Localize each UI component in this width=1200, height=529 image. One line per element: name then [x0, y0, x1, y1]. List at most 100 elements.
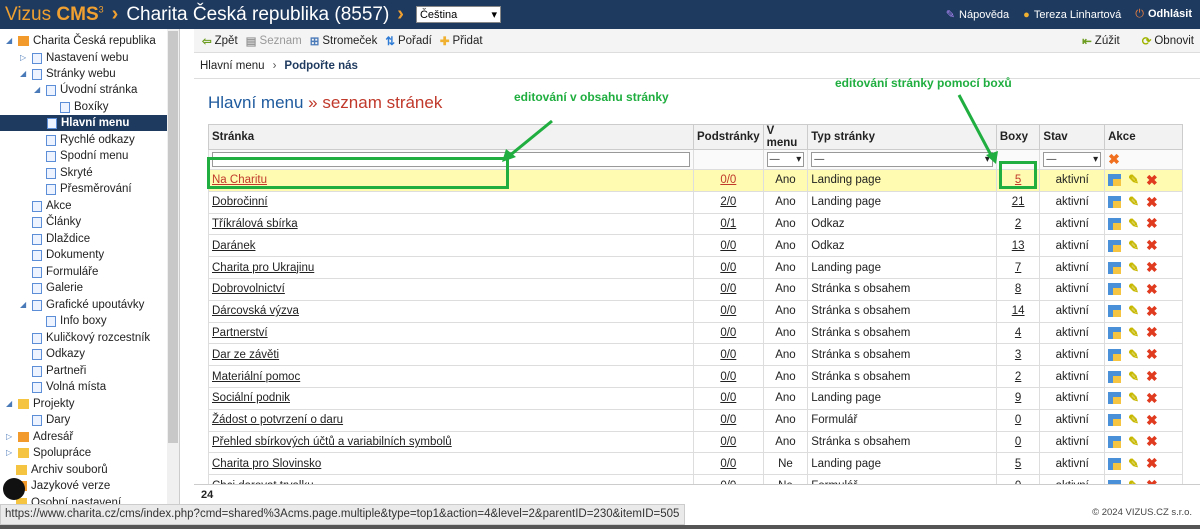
pencil-icon[interactable]: ✎: [1128, 412, 1139, 428]
boxes-link[interactable]: 7: [1015, 262, 1021, 274]
table-row[interactable]: Daránek 0/0 Ano Odkaz 13 aktivní ✎ ✖: [208, 234, 1183, 258]
delete-icon[interactable]: ✖: [1146, 346, 1158, 363]
delete-icon[interactable]: ✖: [1146, 324, 1158, 341]
table-row[interactable]: Charita pro Slovinsko 0/0 Ne Landing page 5 a…: [208, 452, 1183, 476]
sidebar-item-spodni-menu[interactable]: Spodní menu: [46, 148, 128, 164]
table-row[interactable]: Dar ze závěti 0/0 Ano Stránka s obsahem 3 akt…: [208, 343, 1183, 367]
delete-icon[interactable]: ✖: [1146, 390, 1158, 407]
col-header-stav[interactable]: Stav: [1039, 124, 1106, 150]
table-row[interactable]: Partnerství 0/0 Ano Stránka s obsahem 4 aktiv…: [208, 321, 1183, 345]
tree-button[interactable]: ⊞ Stromeček: [310, 34, 378, 48]
expand-icon[interactable]: ▷: [20, 50, 30, 66]
boxes-link[interactable]: 2: [1015, 371, 1021, 383]
page-link[interactable]: Partnerství: [212, 327, 268, 339]
order-button[interactable]: ⇅ Pořadí: [385, 34, 432, 48]
collapse-icon[interactable]: ◢: [6, 396, 16, 412]
subpages-link[interactable]: 0/0: [720, 371, 736, 383]
collapse-icon[interactable]: ◢: [6, 33, 16, 49]
duplicate-icon[interactable]: [1108, 392, 1122, 405]
sidebar-item-dlazdice[interactable]: Dlaždice: [32, 231, 90, 247]
boxes-link[interactable]: 14: [1012, 305, 1025, 317]
delete-icon[interactable]: ✖: [1146, 194, 1158, 211]
sidebar-item-boxiky[interactable]: Boxíky: [60, 99, 109, 115]
table-row[interactable]: Tříkrálová sbírka 0/1 Ano Odkaz 2 aktivní ✎ ✖: [208, 212, 1183, 236]
page-link[interactable]: Sociální podnik: [212, 392, 290, 404]
boxes-link[interactable]: 5: [1015, 458, 1021, 470]
duplicate-icon[interactable]: [1108, 174, 1122, 187]
boxes-link[interactable]: 3: [1015, 349, 1021, 361]
duplicate-icon[interactable]: [1108, 457, 1122, 470]
delete-icon[interactable]: ✖: [1146, 215, 1158, 232]
sidebar-item-dary[interactable]: Dary: [32, 412, 70, 428]
sidebar-item-jazykove-verze[interactable]: Jazykové verze: [16, 478, 110, 494]
type-filter-select[interactable]: — ▾: [811, 152, 993, 167]
collapse-icon[interactable]: ◢: [20, 297, 30, 313]
table-row[interactable]: Charita pro Ukrajinu 0/0 Ano Landing page 7 a…: [208, 256, 1183, 279]
sidebar-item-info-boxy[interactable]: Info boxy: [46, 313, 107, 329]
sidebar-item-volna-mista[interactable]: Volná místa: [32, 379, 106, 395]
shield-icon[interactable]: [3, 478, 25, 500]
pencil-icon[interactable]: ✎: [1128, 347, 1139, 363]
pencil-icon[interactable]: ✎: [1128, 390, 1139, 406]
state-filter-select[interactable]: — ▾: [1043, 152, 1102, 167]
sidebar-item-dokumenty[interactable]: Dokumenty: [32, 247, 104, 263]
delete-icon[interactable]: ✖: [1146, 455, 1158, 472]
sidebar-item-archiv-souboru[interactable]: Archiv souborů: [16, 462, 108, 478]
collapse-icon[interactable]: ◢: [20, 66, 30, 82]
boxes-link[interactable]: 9: [1015, 392, 1021, 404]
sidebar-item-nastaveni-webu[interactable]: ▷ Nastavení webu: [20, 50, 128, 66]
subpages-link[interactable]: 0/0: [720, 327, 736, 339]
pencil-icon[interactable]: ✎: [1128, 325, 1139, 341]
boxes-link[interactable]: 8: [1015, 283, 1021, 295]
page-link[interactable]: Dar ze závěti: [212, 349, 279, 361]
duplicate-icon[interactable]: [1108, 326, 1122, 339]
col-header-typ[interactable]: Typ stránky: [807, 124, 997, 150]
subpages-link[interactable]: 0/0: [720, 436, 736, 448]
pencil-icon[interactable]: ✎: [1128, 238, 1139, 254]
language-select[interactable]: Čeština ▾: [415, 6, 501, 23]
subpages-link[interactable]: 0/0: [720, 305, 736, 317]
subpages-link[interactable]: 0/0: [720, 262, 736, 274]
subpages-link[interactable]: 0/0: [720, 174, 736, 186]
subpages-link[interactable]: 2/0: [720, 196, 736, 208]
duplicate-icon[interactable]: [1108, 305, 1122, 318]
page-link[interactable]: Daránek: [212, 240, 255, 252]
table-row[interactable]: Materiální pomoc 0/0 Ano Stránka s obsahem 2…: [208, 365, 1183, 388]
duplicate-icon[interactable]: [1108, 239, 1122, 252]
subpages-link[interactable]: 0/0: [720, 240, 736, 252]
sidebar-item-projekty[interactable]: ◢ Projekty: [6, 396, 75, 412]
subpages-link[interactable]: 0/1: [720, 218, 736, 230]
sidebar-item-presmerovani[interactable]: Přesměrování: [46, 181, 132, 197]
pencil-icon[interactable]: ✎: [1128, 369, 1139, 385]
delete-icon[interactable]: ✖: [1146, 281, 1158, 298]
page-link[interactable]: Žádost o potvrzení o daru: [212, 414, 343, 426]
sidebar-scrollbar[interactable]: [167, 29, 179, 504]
add-button[interactable]: ✚ Přidat: [440, 34, 483, 48]
page-link[interactable]: Charita pro Slovinsko: [212, 458, 321, 470]
table-row[interactable]: Žádost o potvrzení o daru 0/0 Ano Formulář 0…: [208, 408, 1183, 432]
page-link[interactable]: Tříkrálová sbírka: [212, 218, 298, 230]
list-button[interactable]: ▤ Seznam: [246, 34, 302, 48]
sidebar-item-skryte[interactable]: Skryté: [46, 165, 93, 181]
page-link[interactable]: Dobročinní: [212, 196, 268, 208]
subpages-link[interactable]: 0/0: [720, 414, 736, 426]
boxes-link[interactable]: 2: [1015, 218, 1021, 230]
sidebar-item-hlavni-menu[interactable]: Hlavní menu: [0, 115, 179, 131]
boxes-link[interactable]: 0: [1015, 436, 1021, 448]
help-link[interactable]: ✎ Nápověda: [946, 8, 1009, 21]
duplicate-icon[interactable]: [1108, 261, 1122, 274]
duplicate-icon[interactable]: [1108, 217, 1122, 230]
menu-filter-select[interactable]: — ▾: [766, 152, 805, 167]
pencil-icon[interactable]: ✎: [1128, 216, 1139, 232]
table-row[interactable]: Dobročinní 2/0 Ano Landing page 21 aktivní ✎ ✖: [208, 190, 1183, 214]
sidebar-item-formulare[interactable]: Formuláře: [32, 264, 98, 280]
duplicate-icon[interactable]: [1108, 435, 1122, 448]
sidebar-item-uvodni-stranka[interactable]: ◢ Úvodní stránka: [34, 82, 137, 98]
scrollbar-thumb[interactable]: [168, 31, 178, 443]
pencil-icon[interactable]: ✎: [1128, 456, 1139, 472]
boxes-link[interactable]: 13: [1012, 240, 1025, 252]
page-link[interactable]: Dárcovská výzva: [212, 305, 299, 317]
table-row[interactable]: Přehled sbírkových účtů a variabilních s…: [208, 430, 1183, 454]
boxes-link[interactable]: 4: [1015, 327, 1021, 339]
sidebar-item-graficke-upoutavky[interactable]: ◢ Grafické upoutávky: [20, 297, 144, 313]
